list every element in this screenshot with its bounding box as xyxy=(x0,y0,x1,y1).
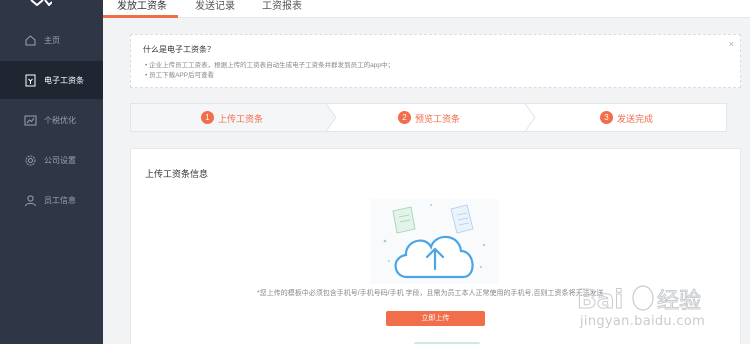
document-icon xyxy=(392,206,416,234)
upload-cloud-illustration xyxy=(371,199,499,284)
step-label: 发送完成 xyxy=(617,114,654,124)
sidebar-item-label: 员工信息 xyxy=(44,195,76,205)
sidebar-item-label: 主页 xyxy=(44,35,60,45)
tab-payroll-report[interactable]: 工资报表 xyxy=(262,0,302,12)
payslip-icon xyxy=(25,74,36,86)
svg-text:Bai: Bai xyxy=(577,285,623,315)
active-tab-indicator xyxy=(103,15,178,18)
step-label: 预览工资条 xyxy=(415,114,461,124)
close-icon[interactable]: × xyxy=(729,39,734,49)
step-number: 1 xyxy=(201,111,214,124)
user-icon xyxy=(25,194,36,206)
sidebar: 主页 电子工资条 个税优化 公司设置 员工信息 xyxy=(0,0,103,344)
sidebar-item-tax[interactable]: 个税优化 xyxy=(0,101,103,139)
sidebar-item-home[interactable]: 主页 xyxy=(0,21,103,59)
tab-send-records[interactable]: 发送记录 xyxy=(195,0,235,12)
step-progress: 1 上传工资条 2 预览工资条 3 发送完成 xyxy=(130,103,727,132)
sidebar-item-company-settings[interactable]: 公司设置 xyxy=(0,141,103,179)
step-label: 上传工资条 xyxy=(218,114,264,124)
sidebar-item-label: 电子工资条 xyxy=(44,75,84,85)
step-number: 3 xyxy=(600,111,613,124)
paw-icon xyxy=(632,285,654,311)
notice-line: • 员工下载APP后可查看 xyxy=(145,72,215,79)
notice-title: 什么是电子工资条？ xyxy=(143,45,215,54)
sidebar-item-employees[interactable]: 员工信息 xyxy=(0,181,103,219)
sidebar-item-payslip[interactable]: 电子工资条 xyxy=(0,61,103,99)
home-icon xyxy=(25,34,36,45)
sidebar-item-label: 公司设置 xyxy=(44,155,76,165)
svg-text:经验: 经验 xyxy=(657,289,701,314)
sidebar-item-label: 个税优化 xyxy=(44,115,76,125)
chart-icon xyxy=(24,115,37,125)
step-number: 2 xyxy=(398,111,411,124)
notice-box: 什么是电子工资条？ • 企业上传员工工资表，根据上传的工资表自动生成电子工资条并… xyxy=(130,34,741,88)
top-tab-bar: 发放工资条 发送记录 工资报表 xyxy=(103,0,750,18)
gear-icon xyxy=(25,155,36,165)
watermark-url: jingyan.baidu.com xyxy=(580,314,706,329)
upload-now-button[interactable]: 立即上传 xyxy=(386,311,485,326)
tab-issue-payslip[interactable]: 发放工资条 xyxy=(117,0,167,12)
notice-line: • 企业上传员工工资表，根据上传的工资表自动生成电子工资条并群发到员工的app中… xyxy=(145,62,394,69)
card-title: 上传工资条信息 xyxy=(145,169,209,179)
logo-icon xyxy=(30,0,52,6)
